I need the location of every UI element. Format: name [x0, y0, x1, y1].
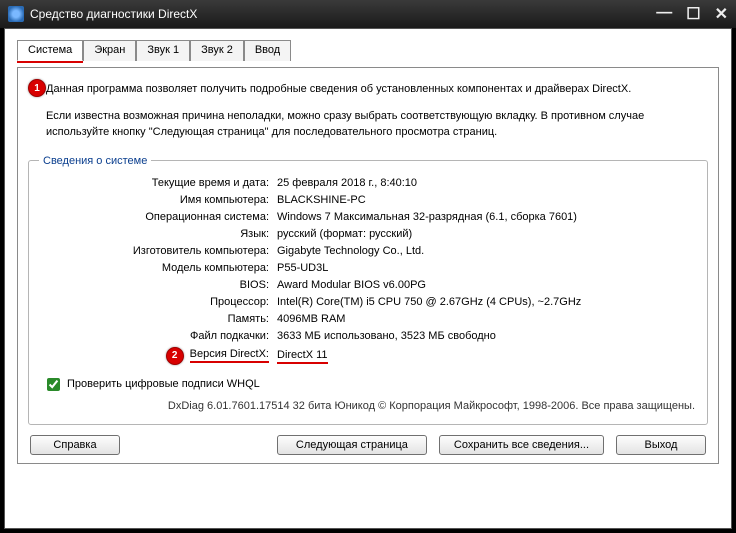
label-ram: Память: — [39, 313, 269, 325]
tab-input[interactable]: Ввод — [244, 40, 291, 61]
label-dx: 2 Версия DirectX: — [39, 347, 269, 365]
value-model: P55-UD3L — [277, 262, 697, 274]
label-manuf: Изготовитель компьютера: — [39, 245, 269, 257]
highlight-marker — [17, 61, 83, 63]
exit-button[interactable]: Выход — [616, 435, 706, 455]
whql-checkbox-row: Проверить цифровые подписи WHQL — [43, 375, 697, 394]
intro-line-2: Если известна возможная причина неполадк… — [46, 108, 708, 141]
next-page-button[interactable]: Следующая страница — [277, 435, 427, 455]
label-pcname: Имя компьютера: — [39, 194, 269, 206]
system-info-group: Сведения о системе Текущие время и дата:… — [28, 155, 708, 425]
value-pagefile: 3633 МБ использовано, 3523 МБ свободно — [277, 330, 697, 342]
value-cpu: Intel(R) Core(TM) i5 CPU 750 @ 2.67GHz (… — [277, 296, 697, 308]
tab-sound2[interactable]: Звук 2 — [190, 40, 244, 61]
tab-label: Звук 2 — [201, 44, 233, 56]
label-os: Операционная система: — [39, 211, 269, 223]
value-ram: 4096MB RAM — [277, 313, 697, 325]
title-bar: Средство диагностики DirectX — ☐ ✕ — [0, 0, 736, 28]
tab-system[interactable]: Система — [17, 40, 83, 61]
button-row: Справка Следующая страница Сохранить все… — [28, 435, 708, 455]
value-pcname: BLACKSHINE-PC — [277, 194, 697, 206]
tab-strip: Система Экран Звук 1 Звук 2 Ввод — [17, 39, 719, 60]
value-bios: Award Modular BIOS v6.00PG — [277, 279, 697, 291]
label-pagefile: Файл подкачки: — [39, 330, 269, 342]
label-model: Модель компьютера: — [39, 262, 269, 274]
value-time: 25 февраля 2018 г., 8:40:10 — [277, 177, 697, 189]
tab-sound1[interactable]: Звук 1 — [136, 40, 190, 61]
tab-content: 1 Данная программа позволяет получить по… — [17, 67, 719, 464]
label-dx-text: Версия DirectX: — [190, 348, 269, 363]
save-all-button[interactable]: Сохранить все сведения... — [439, 435, 604, 455]
tab-label: Система — [28, 44, 72, 56]
maximize-button[interactable]: ☐ — [686, 4, 700, 24]
app-icon — [8, 6, 24, 22]
window-title: Средство диагностики DirectX — [30, 7, 656, 21]
whql-checkbox[interactable] — [47, 378, 60, 391]
tab-label: Ввод — [255, 44, 280, 56]
callout-badge-1: 1 — [28, 79, 46, 97]
label-bios: BIOS: — [39, 279, 269, 291]
app-window: Средство диагностики DirectX — ☐ ✕ Систе… — [0, 0, 736, 533]
client-area: Система Экран Звук 1 Звук 2 Ввод 1 Данна… — [4, 28, 732, 529]
value-manuf: Gigabyte Technology Co., Ltd. — [277, 245, 697, 257]
copyright-line: DxDiag 6.01.7601.17514 32 бита Юникод © … — [39, 400, 695, 412]
label-lang: Язык: — [39, 228, 269, 240]
value-dx-text: DirectX 11 — [277, 349, 328, 364]
tab-label: Экран — [94, 44, 125, 56]
tab-screen[interactable]: Экран — [83, 40, 136, 61]
intro-text: 1 Данная программа позволяет получить по… — [46, 81, 708, 141]
help-button[interactable]: Справка — [30, 435, 120, 455]
close-button[interactable]: ✕ — [715, 4, 728, 24]
value-lang: русский (формат: русский) — [277, 228, 697, 240]
label-cpu: Процессор: — [39, 296, 269, 308]
callout-badge-2: 2 — [166, 347, 184, 365]
value-os: Windows 7 Максимальная 32-разрядная (6.1… — [277, 211, 697, 223]
intro-line-1: Данная программа позволяет получить подр… — [46, 81, 708, 98]
minimize-button[interactable]: — — [656, 4, 672, 24]
value-dx: DirectX 11 — [277, 349, 697, 364]
tab-label: Звук 1 — [147, 44, 179, 56]
system-info-legend: Сведения о системе — [39, 155, 151, 167]
whql-label: Проверить цифровые подписи WHQL — [67, 378, 260, 390]
label-time: Текущие время и дата: — [39, 177, 269, 189]
